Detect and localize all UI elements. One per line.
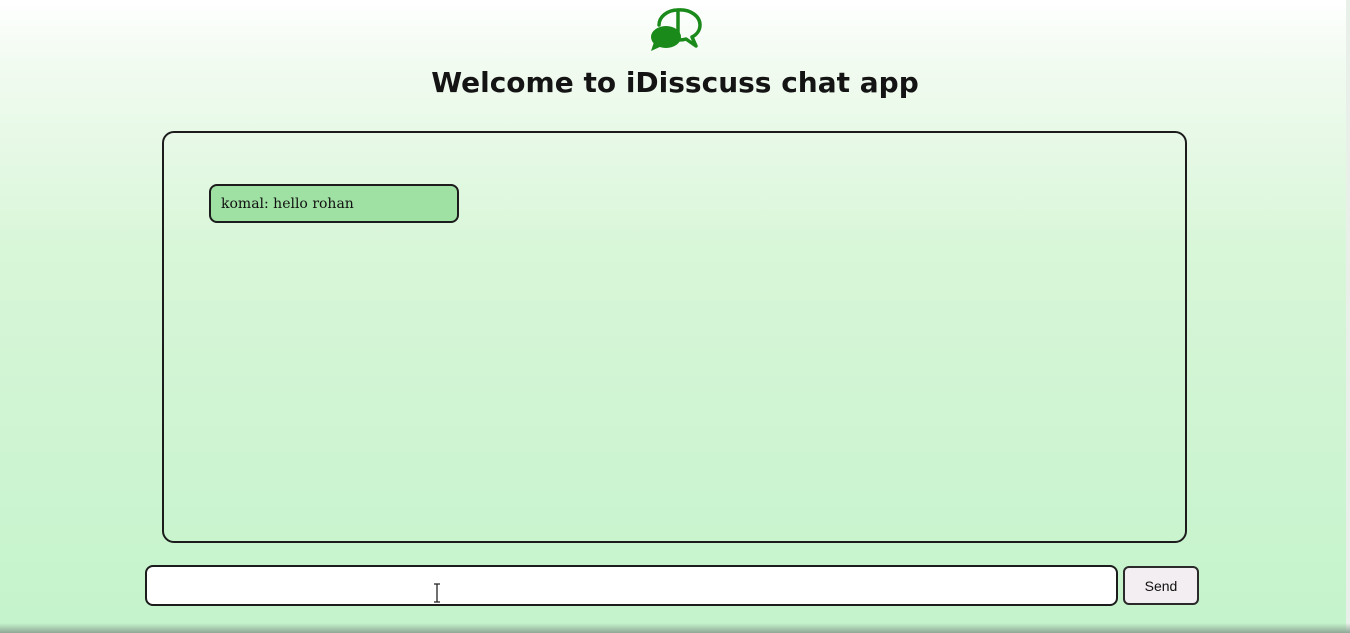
- message-bubble: komal: hello rohan: [209, 184, 459, 223]
- page-title: Welcome to iDisscuss chat app: [431, 66, 919, 99]
- page: { "app": { "title": "Welcome to iDisscus…: [0, 0, 1350, 633]
- window-bottom-edge: [0, 623, 1350, 633]
- chat-messages-container: komal: hello rohan: [162, 131, 1187, 543]
- chat-bubbles-icon: [651, 8, 702, 51]
- message-input[interactable]: [145, 565, 1118, 606]
- text-cursor-icon: [434, 583, 440, 603]
- send-button[interactable]: Send: [1123, 566, 1199, 605]
